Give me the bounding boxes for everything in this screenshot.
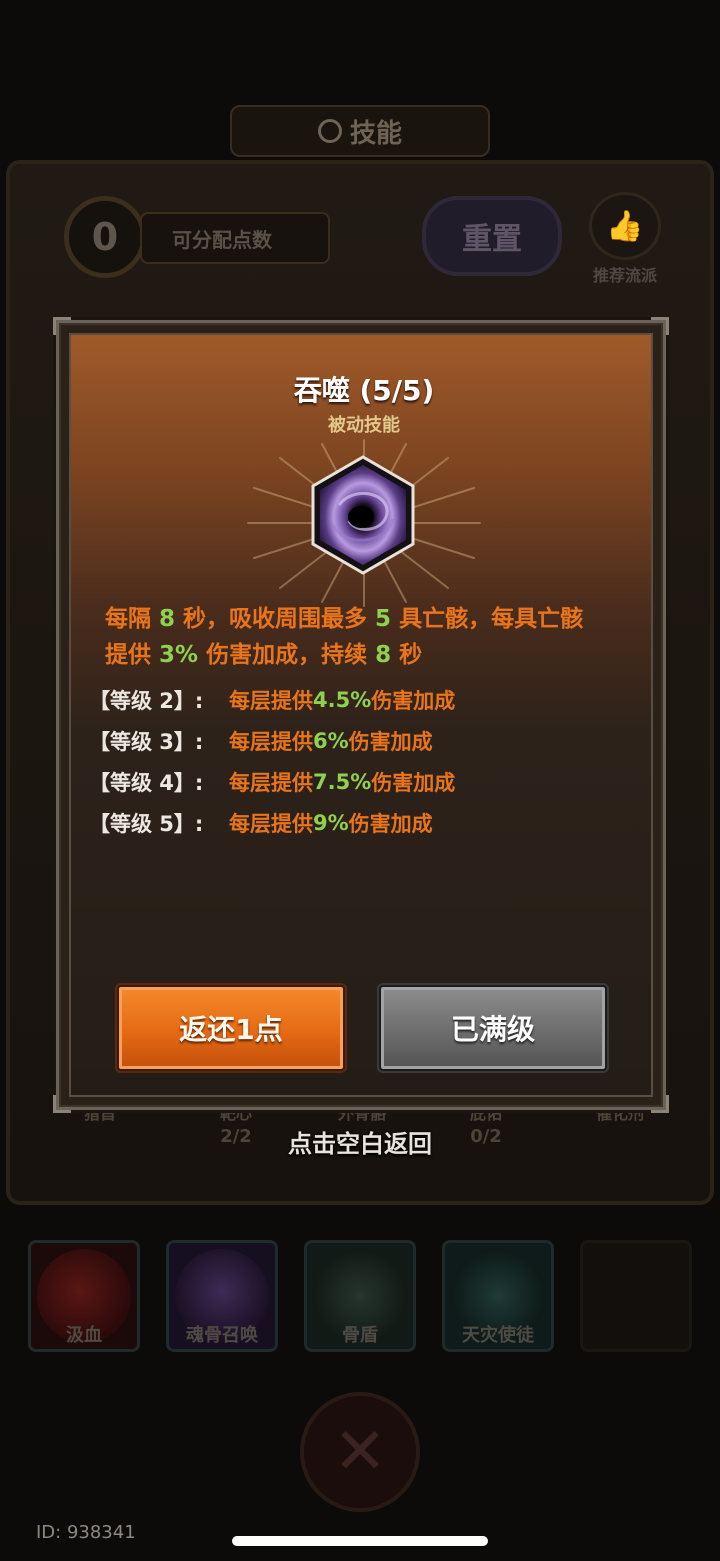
desc-text: 秒 xyxy=(391,642,423,668)
close-icon: ✕ xyxy=(333,1415,387,1489)
recommend-build-label: 推荐流派 xyxy=(592,266,657,285)
skill-detail-dialog: 吞噬 (5/5) 被动技能 每隔 8 秒，吸收周围最多 5 具亡骸，每具亡骸 提… xyxy=(53,317,669,1113)
refund-point-label: 返还1点 xyxy=(179,1013,283,1046)
level-row: 【等级 2】: 每层提供 4.5% 伤害加成 xyxy=(89,679,649,720)
desc-value: 8 xyxy=(375,642,392,668)
level-text: 每层提供 xyxy=(229,688,313,713)
level-text: 伤害加成 xyxy=(371,770,456,795)
level-text: 每层提供 xyxy=(229,729,313,754)
skill-title: 吞噬 (5/5) xyxy=(293,374,435,407)
tap-to-return-hint: 点击空白返回 xyxy=(288,1130,432,1158)
title-banner: 技能 xyxy=(230,105,490,157)
desc-text: 伤害加成，持续 xyxy=(198,642,376,668)
reset-button[interactable]: 重置 xyxy=(422,196,562,276)
level-text: 每层提供 xyxy=(229,770,313,795)
skill-type: 被动技能 xyxy=(328,415,400,436)
desc-value: 5 xyxy=(375,606,392,632)
black-hole-icon xyxy=(311,455,415,575)
desc-text: 秒，吸收周围最多 xyxy=(175,606,376,632)
desc-text: 每隔 xyxy=(105,606,160,632)
desc-value: 3% xyxy=(159,642,199,668)
skill-slot-name: 汲血 xyxy=(66,1325,102,1346)
frame-corner xyxy=(651,1095,669,1113)
user-id: ID: 938341 xyxy=(36,1522,136,1543)
level-bonus-list: 【等级 2】: 每层提供 4.5% 伤害加成 【等级 3】: 每层提供 6% 伤… xyxy=(89,679,649,843)
desc-text: 具亡骸，每具亡骸 xyxy=(391,606,584,632)
description-line-1: 每隔 8 秒，吸收周围最多 5 具亡骸，每具亡骸 xyxy=(105,601,645,637)
level-label: 【等级 2】: xyxy=(89,688,204,713)
level-text: 伤害加成 xyxy=(371,688,456,713)
frame-corner xyxy=(53,1095,71,1113)
refund-point-button[interactable]: 返还1点 xyxy=(117,985,345,1071)
desc-value: 8 xyxy=(159,606,176,632)
level-label: 【等级 4】: xyxy=(89,770,204,795)
level-value: 7.5% xyxy=(313,769,372,794)
skill-slot[interactable]: 汲血 xyxy=(28,1240,140,1352)
level-text: 每层提供 xyxy=(229,811,313,836)
skill-description: 每隔 8 秒，吸收周围最多 5 具亡骸，每具亡骸 提供 3% 伤害加成，持续 8… xyxy=(105,601,645,673)
level-value: 4.5% xyxy=(313,687,372,712)
screen-title: 技能 xyxy=(349,118,402,149)
frame-corner xyxy=(53,317,71,335)
level-row: 【等级 5】: 每层提供 9% 伤害加成 xyxy=(89,802,649,843)
empty-skill-slot[interactable] xyxy=(580,1240,692,1352)
skill-slot[interactable]: 魂骨召唤 xyxy=(166,1240,278,1352)
recommend-build-button[interactable]: 👍 推荐流派 xyxy=(582,192,668,285)
equipped-skills-bar: 汲血 魂骨召唤 骨盾 天灾使徒 xyxy=(28,1240,698,1370)
level-text: 伤害加成 xyxy=(348,729,433,754)
max-level-button[interactable]: 已满级 xyxy=(379,985,607,1071)
frame-corner xyxy=(651,317,669,335)
skill-slot[interactable]: 骨盾 xyxy=(304,1240,416,1352)
home-indicator[interactable] xyxy=(232,1536,488,1546)
level-row: 【等级 4】: 每层提供 7.5% 伤害加成 xyxy=(89,761,649,802)
description-line-2: 提供 3% 伤害加成，持续 8 秒 xyxy=(105,637,645,673)
level-value: 6% xyxy=(313,728,349,753)
points-label-box: 可分配点数 xyxy=(140,212,330,264)
level-label: 【等级 3】: xyxy=(89,729,204,754)
points-label: 可分配点数 xyxy=(172,227,272,252)
close-skills-button[interactable]: ✕ xyxy=(300,1392,420,1512)
skill-slot-name: 骨盾 xyxy=(342,1325,378,1346)
reset-button-label: 重置 xyxy=(462,222,522,257)
thumbs-up-icon: 👍 xyxy=(589,192,661,260)
max-level-label: 已满级 xyxy=(450,1013,535,1046)
desc-text: 提供 xyxy=(105,642,160,668)
skill-slot[interactable]: 天灾使徒 xyxy=(442,1240,554,1352)
level-label: 【等级 5】: xyxy=(89,811,204,836)
level-row: 【等级 3】: 每层提供 6% 伤害加成 xyxy=(89,720,649,761)
points-counter: 0 xyxy=(64,196,146,278)
skill-slot-name: 魂骨召唤 xyxy=(186,1325,258,1346)
level-value: 9% xyxy=(313,810,349,835)
skill-emblem-icon xyxy=(317,119,342,143)
skill-slot-name: 天灾使徒 xyxy=(462,1325,534,1346)
points-value: 0 xyxy=(91,215,119,259)
level-text: 伤害加成 xyxy=(348,811,433,836)
